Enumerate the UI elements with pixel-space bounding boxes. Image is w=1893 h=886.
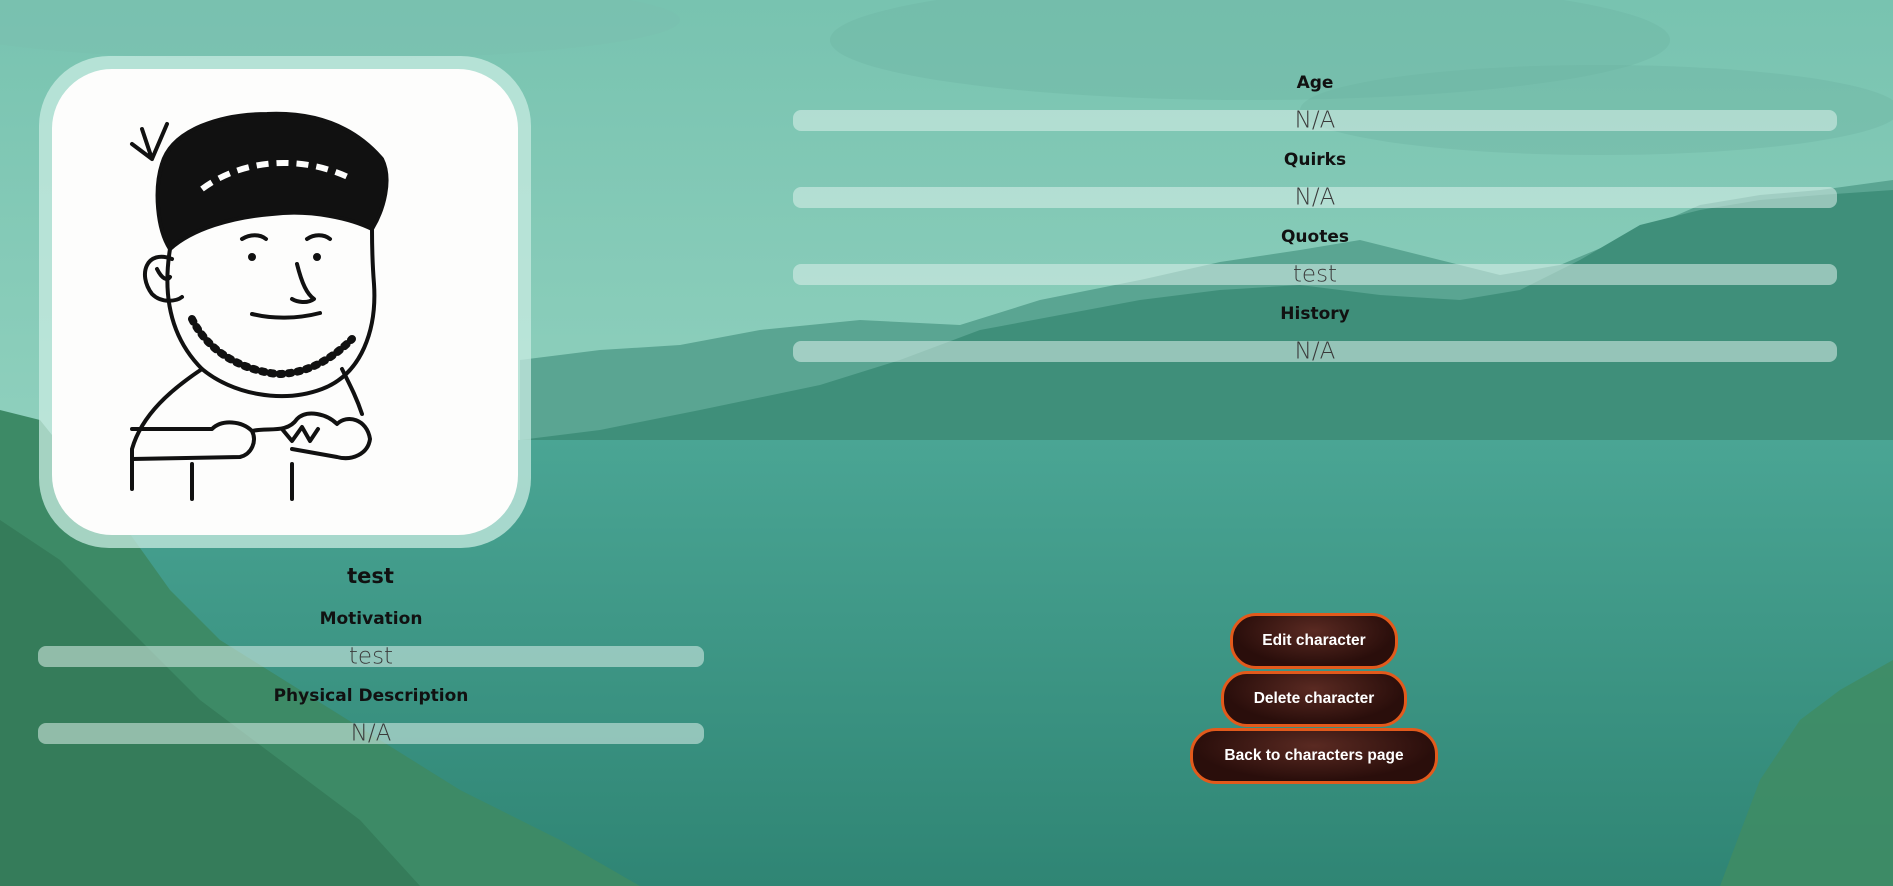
history-field: N/A [793, 338, 1837, 364]
character-name: test [347, 564, 394, 588]
physical-description-label: Physical Description [273, 686, 469, 706]
quirks-value: N/A [1294, 184, 1336, 210]
portrait-frame [39, 56, 531, 548]
motivation-value: test [348, 643, 394, 669]
edit-character-button[interactable]: Edit character [1230, 613, 1398, 669]
quotes-value: test [1292, 261, 1338, 287]
quirks-label: Quirks [1283, 150, 1347, 170]
quirks-field: N/A [793, 184, 1837, 210]
quotes-field: test [793, 261, 1837, 287]
character-avatar [52, 69, 518, 535]
physical-description-value: N/A [350, 720, 392, 746]
age-value: N/A [1294, 107, 1336, 133]
physical-description-field: N/A [38, 720, 704, 746]
history-value: N/A [1294, 338, 1336, 364]
age-label: Age [1296, 73, 1334, 93]
history-label: History [1280, 304, 1350, 324]
quotes-label: Quotes [1280, 227, 1349, 247]
motivation-label: Motivation [319, 609, 423, 629]
age-field: N/A [793, 107, 1837, 133]
character-sketch-icon [130, 111, 389, 501]
back-to-characters-button[interactable]: Back to characters page [1190, 728, 1438, 784]
motivation-field: test [38, 643, 704, 669]
delete-character-button[interactable]: Delete character [1221, 671, 1407, 727]
